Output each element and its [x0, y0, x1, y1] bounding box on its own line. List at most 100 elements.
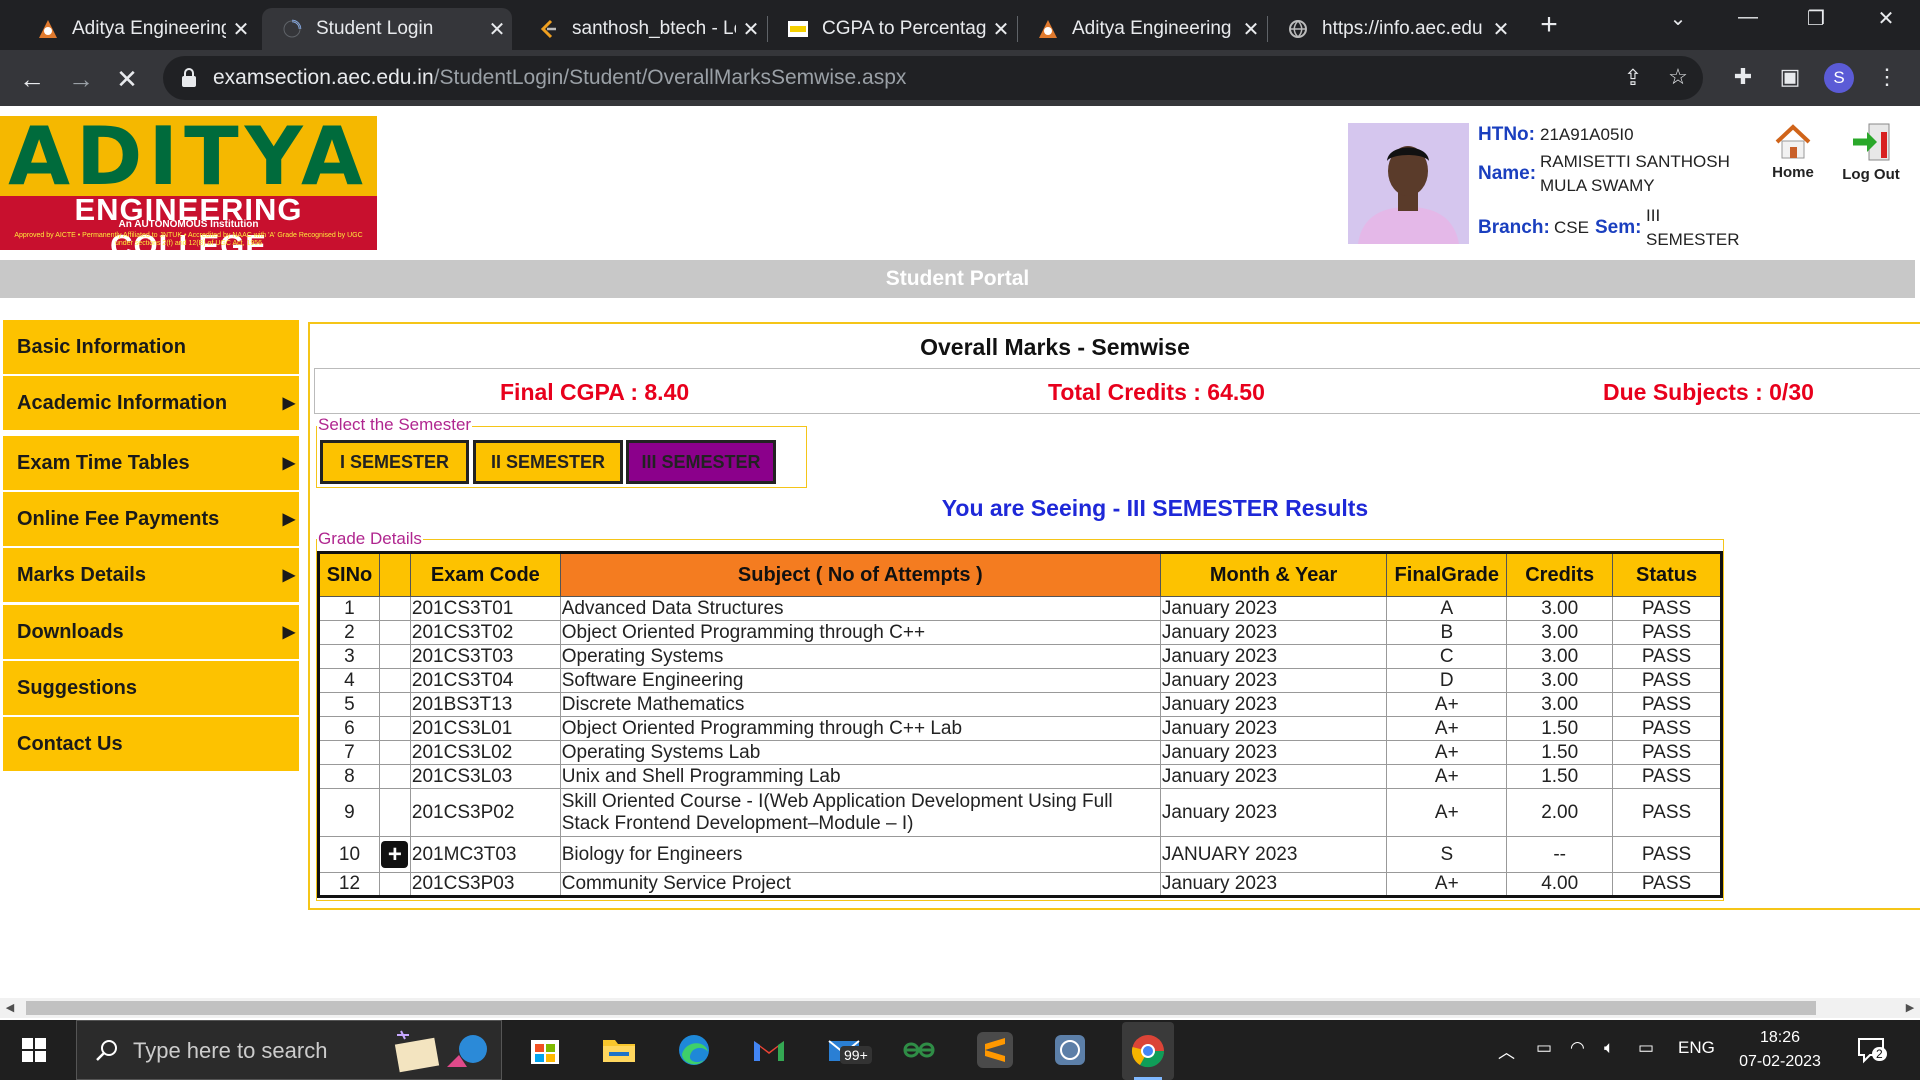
sublime-text-icon[interactable] [977, 1032, 1013, 1068]
share-icon[interactable]: ⇪ [1618, 65, 1648, 91]
menu-kebab-icon[interactable]: ⋮ [1872, 64, 1902, 90]
cell-expand [378, 692, 411, 717]
close-icon[interactable]: ✕ [1486, 17, 1516, 42]
semester-1-button[interactable]: I SEMESTER [320, 440, 469, 484]
tab-student-login[interactable]: Student Login ✕ [262, 8, 512, 50]
back-button[interactable]: ← [17, 64, 47, 94]
menu-contact-us[interactable]: Contact Us [3, 717, 299, 771]
name-label: Name: [1478, 163, 1537, 184]
scroll-left-arrow-icon[interactable]: ◀ [0, 998, 20, 1018]
close-icon[interactable]: ✕ [482, 17, 512, 42]
scrollbar-thumb[interactable] [26, 1001, 1816, 1015]
home-button[interactable]: Home [1758, 122, 1828, 181]
cell-expand [378, 644, 411, 669]
cell-month-year: January 2023 [1159, 692, 1388, 717]
cell-subject: Software Engineering [559, 668, 1161, 693]
close-icon[interactable]: ✕ [1236, 17, 1266, 42]
cell-exam-code: 201BS3T13 [409, 692, 561, 717]
tab-cgpa-to-percentage[interactable]: CGPA to Percentage ✕ [768, 8, 1016, 50]
current-semester-heading: You are Seeing - III SEMESTER Results [941, 495, 1369, 521]
table-row: 7 201CS3L02 Operating Systems Lab January 2… [318, 740, 1722, 765]
menu-academic-information[interactable]: Academic Information ▶ [3, 376, 299, 430]
app-launcher-icon[interactable] [1052, 1032, 1088, 1068]
cell-exam-code: 201CS3T03 [409, 644, 561, 669]
cell-expand [378, 872, 411, 897]
gmail-icon[interactable] [751, 1032, 787, 1068]
new-tab-button[interactable]: + [1532, 8, 1566, 42]
college-logo: ADITYA ENGINEERING COLLEGE An AUTONOMOUS… [0, 116, 377, 250]
table-row: 4 201CS3T04 Software Engineering January 20… [318, 668, 1722, 693]
logout-button[interactable]: Log Out [1836, 122, 1906, 183]
extensions-puzzle-icon[interactable]: ✚ [1728, 64, 1758, 90]
expand-plus-icon[interactable]: + [381, 841, 409, 868]
menu-downloads[interactable]: Downloads ▶ [3, 605, 299, 659]
address-bar[interactable]: examsection.aec.edu.in/StudentLogin/Stud… [163, 56, 1703, 100]
tab-info-aec[interactable]: https://info.aec.edu ✕ [1268, 8, 1516, 50]
cell-status: PASS [1612, 716, 1722, 741]
scroll-right-arrow-icon[interactable]: ▶ [1900, 998, 1920, 1018]
table-row: 3 201CS3T03 Operating Systems January 2023 C… [318, 644, 1722, 669]
url-text: examsection.aec.edu.in/StudentLogin/Stud… [213, 66, 906, 90]
branch-label: Branch: [1478, 217, 1550, 238]
restore-button[interactable]: ❐ [1796, 6, 1836, 31]
loading-spinner-icon [280, 17, 304, 41]
taskbar-clock[interactable]: 18:26 07-02-2023 [1730, 1026, 1830, 1074]
battery-icon[interactable]: ▭ [1638, 1038, 1654, 1058]
mail-icon[interactable]: 99+ [826, 1032, 872, 1068]
notifications-button[interactable]: 2 [1856, 1036, 1888, 1064]
windows-start-icon[interactable] [22, 1038, 46, 1067]
tab-search-chevron-icon[interactable]: ⌄ [1658, 6, 1698, 31]
meet-now-icon[interactable]: ▭ [1536, 1038, 1552, 1058]
forward-button[interactable]: → [66, 64, 96, 94]
table-header-row: SINo Exam Code Subject ( No of Attempts … [318, 552, 1722, 597]
geeksforgeeks-icon[interactable] [901, 1032, 937, 1068]
cell-exam-code: 201MC3T03 [409, 836, 561, 873]
menu-suggestions[interactable]: Suggestions [3, 661, 299, 715]
wifi-icon[interactable]: ◠ [1570, 1038, 1585, 1058]
minimize-button[interactable]: — [1728, 6, 1768, 29]
cell-subject: Community Service Project [559, 872, 1161, 897]
semester-2-button[interactable]: II SEMESTER [473, 440, 623, 484]
taskbar-search-box[interactable]: Type here to search [76, 1020, 502, 1080]
close-icon[interactable]: ✕ [986, 17, 1016, 42]
close-window-button[interactable]: ✕ [1866, 6, 1906, 31]
tab-aditya-engineering-2[interactable]: Aditya Engineering ✕ [1018, 8, 1266, 50]
table-row: 9 201CS3P02 Skill Oriented Course - I(Web … [318, 788, 1722, 837]
close-icon[interactable]: ✕ [736, 17, 766, 42]
tab-aditya-engineering-1[interactable]: Aditya Engineering ✕ [18, 8, 256, 50]
url-path: /StudentLogin/Student/OverallMarksSemwis… [433, 66, 907, 89]
tab-leetcode[interactable]: santhosh_btech - Le ✕ [518, 8, 766, 50]
chrome-taskbar-button[interactable] [1122, 1022, 1174, 1080]
col-header-status: Status [1612, 552, 1722, 597]
file-explorer-icon[interactable] [601, 1032, 637, 1068]
search-highlight-illustration-icon [394, 1030, 487, 1073]
cell-credits: 3.00 [1506, 596, 1614, 621]
table-row: 2 201CS3T02 Object Oriented Programming th… [318, 620, 1722, 645]
cell-credits: 3.00 [1506, 620, 1614, 645]
language-indicator[interactable]: ENG [1678, 1038, 1715, 1058]
table-row: 5 201BS3T13 Discrete Mathematics January 20… [318, 692, 1722, 717]
menu-basic-information[interactable]: Basic Information [3, 320, 299, 374]
close-icon[interactable]: ✕ [226, 17, 256, 42]
volume-icon[interactable]: 🔈︎ [1604, 1038, 1614, 1058]
cell-month-year: January 2023 [1159, 596, 1388, 621]
cell-sino: 12 [318, 872, 380, 897]
windows-taskbar: Type here to search 99+ ︿ ▭ ◠ 🔈︎ ▭ ENG 1… [0, 1020, 1920, 1080]
cell-expand [378, 620, 411, 645]
mail-badge: 99+ [840, 1046, 872, 1064]
side-panel-icon[interactable]: ▣ [1775, 64, 1805, 90]
horizontal-scrollbar[interactable]: ◀ ▶ [0, 998, 1920, 1018]
semester-3-button[interactable]: III SEMESTER [626, 440, 776, 484]
bookmark-star-icon[interactable]: ☆ [1663, 64, 1693, 90]
edge-browser-icon[interactable] [676, 1032, 712, 1068]
stop-loading-button[interactable]: ✕ [112, 64, 142, 94]
cell-final-grade: A+ [1386, 740, 1508, 765]
menu-marks-details[interactable]: Marks Details ▶ [3, 548, 299, 602]
cell-month-year: January 2023 [1159, 872, 1388, 897]
menu-exam-time-tables[interactable]: Exam Time Tables ▶ [3, 436, 299, 490]
cell-subject: Unix and Shell Programming Lab [559, 764, 1161, 789]
microsoft-store-icon[interactable] [527, 1032, 563, 1068]
tray-chevron-up-icon[interactable]: ︿ [1498, 1038, 1515, 1063]
profile-avatar[interactable]: S [1824, 63, 1854, 93]
cell-month-year: JANUARY 2023 [1159, 836, 1388, 873]
